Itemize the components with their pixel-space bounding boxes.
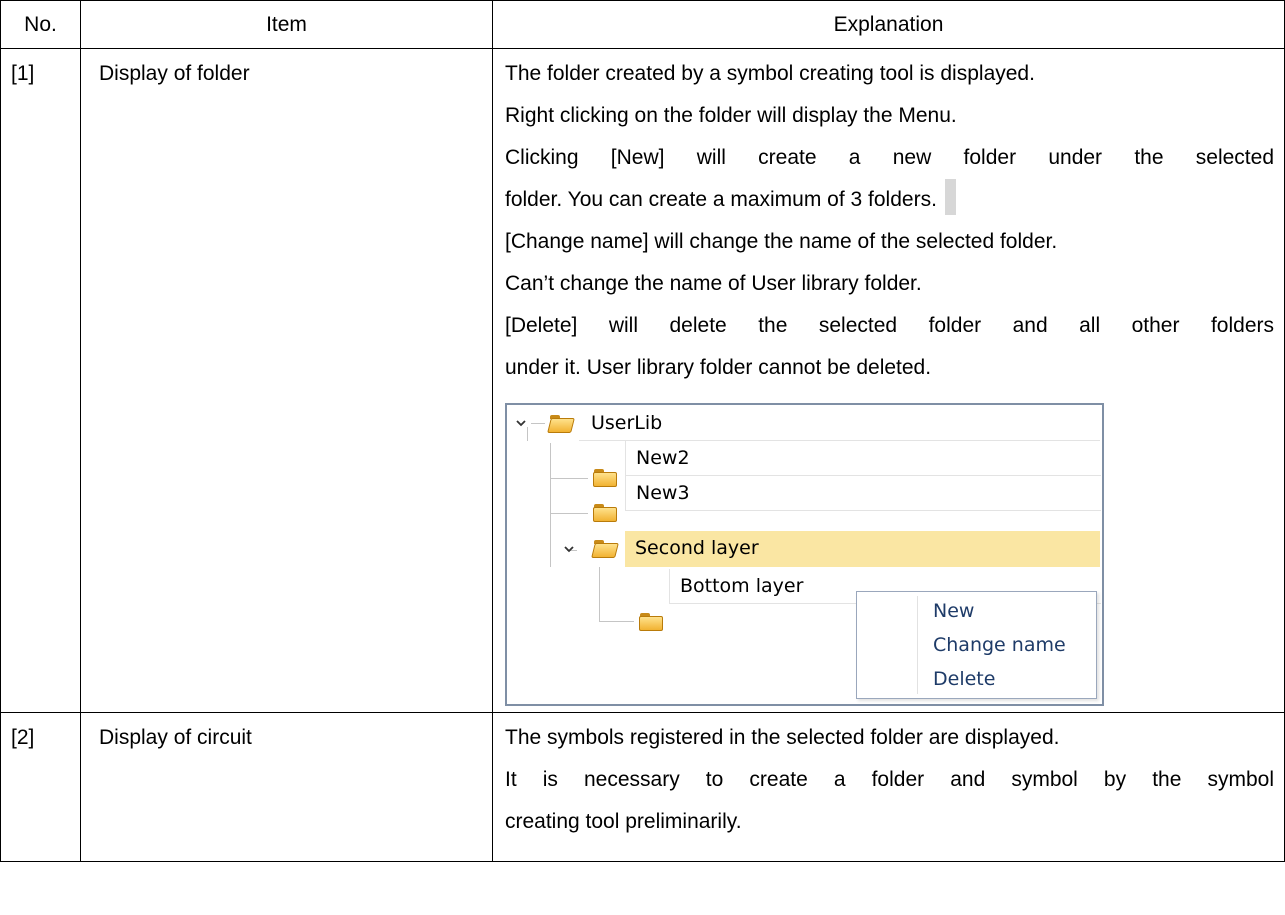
explanation-line: The symbols registered in the selected f… [505, 726, 1060, 749]
tree-node-userlib[interactable]: UserLib [579, 406, 1100, 441]
menu-item-new[interactable]: New [933, 600, 974, 622]
header-item: Item [80, 0, 493, 49]
tree-node-label: New2 [636, 447, 690, 469]
folder-tree-view: UserLib New2 New3 Second layer Bottom la… [505, 403, 1104, 706]
folder-icon [593, 469, 617, 487]
explanation-line: Right clicking on the folder will displa… [505, 104, 957, 127]
menu-gutter [917, 596, 918, 694]
text-cursor-mark [944, 179, 956, 215]
header-no: No. [0, 0, 81, 49]
tree-node-label: Second layer [635, 537, 759, 559]
row-item: Display of folder [80, 48, 493, 713]
explanation-line: [Delete] will delete the selected folder… [505, 314, 1274, 337]
menu-item-delete[interactable]: Delete [933, 668, 995, 690]
folder-icon [639, 613, 663, 631]
tree-connector [527, 427, 528, 441]
explanation-table: No. Item Explanation [1] Display of fold… [0, 0, 1285, 862]
explanation-line: creating tool preliminarily. [505, 810, 742, 833]
explanation-line: The folder created by a symbol creating … [505, 62, 1035, 85]
explanation-line: [Change name] will change the name of th… [505, 230, 1058, 253]
explanation-text: folder. You can create a maximum of 3 fo… [505, 188, 937, 211]
explanation-line: under it. User library folder cannot be … [505, 356, 932, 379]
tree-connector [599, 621, 634, 622]
table-row: [2] Display of circuit The symbols regis… [0, 712, 1285, 862]
tree-node-label: Bottom layer [680, 575, 804, 597]
chevron-down-icon[interactable] [563, 543, 575, 555]
menu-item-change-name[interactable]: Change name [933, 634, 1066, 656]
tree-connector [550, 443, 551, 567]
explanation-line: Clicking [New] will create a new folder … [505, 146, 1274, 169]
header-explanation: Explanation [492, 0, 1285, 49]
tree-node-second-layer[interactable]: Second layer [625, 531, 1100, 567]
chevron-down-icon[interactable] [515, 417, 527, 429]
folder-open-icon [547, 415, 575, 433]
context-menu: New Change name Delete [856, 591, 1097, 699]
folder-icon [593, 504, 617, 522]
table-row: [1] Display of folder The folder created… [0, 48, 1285, 713]
row-explanation: The symbols registered in the selected f… [492, 712, 1285, 862]
tree-connector [550, 478, 588, 479]
tree-connector [550, 513, 588, 514]
explanation-line: folder. You can create a maximum of 3 fo… [505, 179, 1274, 221]
tree-node-new3[interactable]: New3 [625, 476, 1101, 511]
row-explanation: The folder created by a symbol creating … [492, 48, 1285, 713]
row-number: [1] [0, 48, 81, 713]
tree-node-label: UserLib [591, 412, 663, 434]
table-header-row: No. Item Explanation [0, 0, 1285, 49]
explanation-line: It is necessary to create a folder and s… [505, 768, 1274, 791]
tree-connector [531, 423, 545, 424]
row-number: [2] [0, 712, 81, 862]
row-item: Display of circuit [80, 712, 493, 862]
tree-node-label: New3 [636, 482, 690, 504]
folder-open-icon [591, 540, 619, 558]
explanation-line: Can’t change the name of User library fo… [505, 272, 922, 295]
tree-connector [599, 567, 600, 621]
tree-node-new2[interactable]: New2 [625, 441, 1101, 476]
